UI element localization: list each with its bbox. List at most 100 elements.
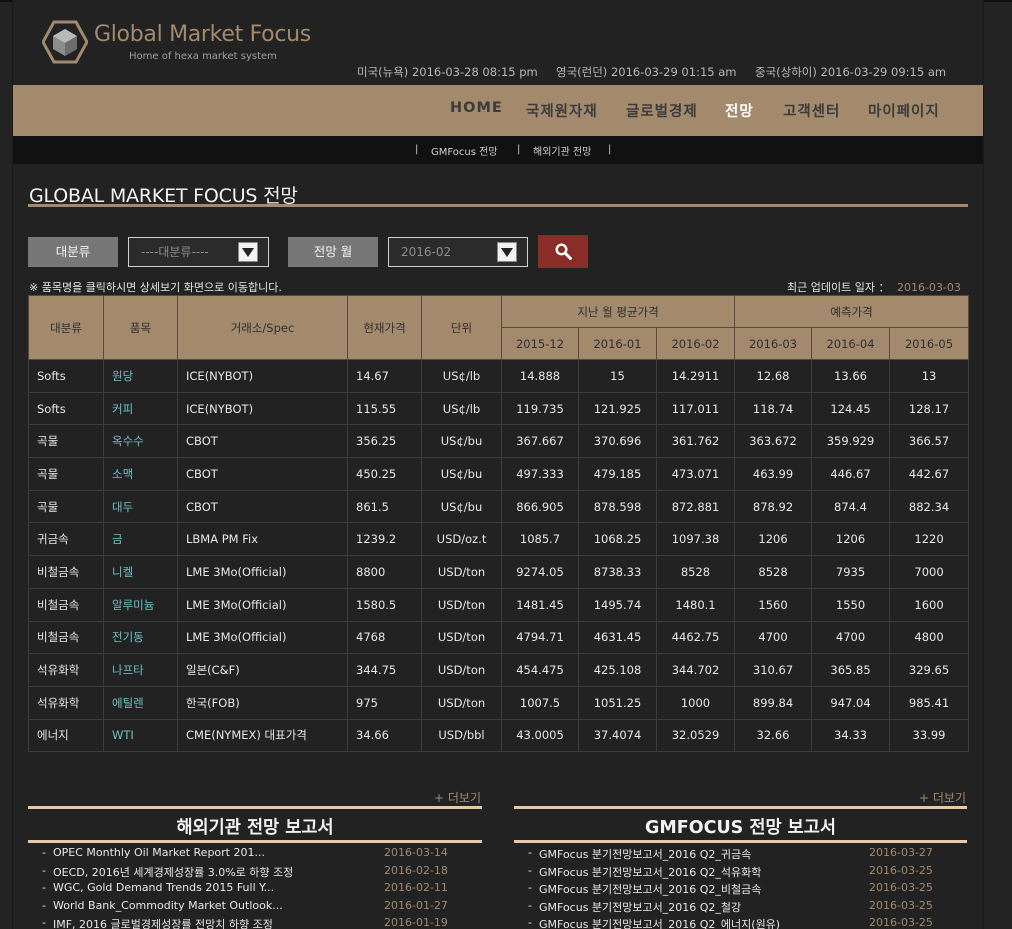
cell-exchange: 일본(C&F) [177,653,348,687]
search-button[interactable] [538,235,588,268]
report-list-item[interactable]: - OECD, 2016년 세계경제성장률 3.0%로 하향 조정 2016-02-… [28,864,482,882]
report-list-item[interactable]: - IMF, 2016 글로벌경제성장률 전망치 하향 조정 2016-01-19 [28,916,482,929]
cell-item[interactable]: 알루미늄 [103,587,178,622]
nav-global-economy[interactable]: 글로벌경제 [626,100,698,121]
month-filter-label: 전망 월 [288,237,378,267]
report-list-item[interactable]: - GMFocus 분기전망보고서_2016 Q2_비철금속 2016-03-25 [514,881,967,899]
report-title[interactable]: IMF, 2016 글로벌경제성장률 전망치 하향 조정 [53,916,273,929]
header-month: 2016-01 [578,327,657,360]
header-month: 2016-05 [889,327,970,360]
report-title[interactable]: GMFocus 분기전망보고서_2016 Q2_철강 [539,899,741,915]
chevron-down-icon[interactable] [238,242,258,262]
cell-exchange: CBOT [177,489,348,524]
cell-forecast-price: 310.67 [734,653,813,687]
report-list-item[interactable]: - WGC, Gold Demand Trends 2015 Full Y... 2… [28,881,482,899]
cell-item[interactable]: 전기동 [103,620,178,655]
category-select[interactable]: ----대분류---- [128,237,269,267]
clock-newyork: 미국(뉴욕) 2016-03-28 08:15 pm [357,65,538,79]
cell-current-price: 356.25 [347,424,422,459]
cell-forecast-price: 128.17 [889,391,970,426]
cell-past-price: 1495.74 [578,587,657,622]
foreign-reports-more-link[interactable]: + 더보기 [434,789,481,806]
cell-item[interactable]: 나프타 [103,653,178,687]
report-title[interactable]: GMFocus 분기전망보고서_2016 Q2_석유화학 [539,864,761,880]
table-row: 석유화학 에틸렌 한국(FOB) 975 USD/ton 1007.5 1051.25 100… [28,685,970,720]
nav-commodities[interactable]: 국제원자재 [526,100,598,121]
cell-forecast-price: 899.84 [734,685,813,720]
report-date: 2016-02-11 [384,881,448,894]
subnav-gmfocus-forecast[interactable]: GMFocus 전망 [431,143,498,158]
cell-past-price: 14.2911 [655,359,736,393]
cell-exchange: CME(NYMEX) 대표가격 [177,718,348,753]
cell-unit: USD/ton [421,620,502,655]
divider [514,806,967,809]
cell-forecast-price: 118.74 [734,391,813,426]
cell-past-price: 32.0529 [655,718,736,753]
cell-item[interactable]: 원당 [103,359,178,393]
month-select-value: 2016-02 [401,245,452,259]
subnav-separator: | [608,144,612,155]
cell-category: Softs [28,391,104,426]
table-row: 에너지 WTI CME(NYMEX) 대표가격 34.66 USD/bbl 43.0005… [28,718,970,753]
cell-item[interactable]: 대두 [103,489,178,524]
report-title[interactable]: GMFocus 분기전망보고서_2016 Q2_귀금속 [539,846,751,862]
update-label: 최근 업데이트 일자 ： [787,281,890,294]
cell-forecast-price: 4700 [811,620,891,655]
cell-past-price: 43.0005 [501,718,579,753]
report-list-item[interactable]: - World Bank_Commodity Market Outlook... 2… [28,899,482,917]
table-row: Softs 커피 ICE(NYBOT) 115.55 US¢/lb 119.735 121.… [28,391,970,426]
report-title[interactable]: WGC, Gold Demand Trends 2015 Full Y... [53,881,274,894]
cell-category: 곡물 [28,424,104,459]
report-title[interactable]: OPEC Monthly Oil Market Report 201... [53,846,265,859]
subnav-foreign-forecast[interactable]: 해외기관 전망 [533,143,591,158]
logo[interactable]: Global Market Focus Home of hexa market … [42,18,311,66]
cell-item[interactable]: 니켈 [103,555,178,589]
cell-forecast-price: 13.66 [811,359,891,393]
month-select[interactable]: 2016-02 [388,237,528,267]
report-date: 2016-03-25 [869,898,933,912]
nav-mypage[interactable]: 마이페이지 [868,100,940,121]
gmfocus-reports-list: - GMFocus 분기전망보고서_2016 Q2_귀금속 2016-03-27 - G… [514,846,967,929]
cell-past-price: 4631.45 [578,620,657,655]
bullet-icon: - [42,898,46,912]
nav-forecast[interactable]: 전망 [725,100,754,121]
cell-forecast-price: 329.65 [889,653,970,687]
cell-past-price: 473.071 [655,457,736,491]
cell-item[interactable]: 에틸렌 [103,685,178,720]
cell-forecast-price: 947.04 [811,685,891,720]
report-title[interactable]: World Bank_Commodity Market Outlook... [53,899,283,912]
cell-category: 석유화학 [28,685,104,720]
chevron-down-icon[interactable] [497,242,517,262]
sub-nav: | GMFocus 전망 | 해외기관 전망 | [13,136,983,164]
report-list-item[interactable]: - GMFocus 분기전망보고서_2016 Q2_석유화학 2016-03-25 [514,864,967,882]
report-list-item[interactable]: - GMFocus 분기전망보고서_2016 Q2_철강 2016-03-25 [514,899,967,917]
cell-category: 에너지 [28,718,104,753]
report-list-item[interactable]: - OPEC Monthly Oil Market Report 201... 20… [28,846,482,864]
report-title[interactable]: GMFocus 분기전망보고서_2016 Q2_에너지(원유) [539,916,780,929]
cell-item[interactable]: 커피 [103,391,178,426]
cell-exchange: ICE(NYBOT) [177,391,348,426]
cell-forecast-price: 1600 [889,587,970,622]
report-date: 2016-03-25 [869,863,933,877]
gmfocus-reports-more-link[interactable]: + 더보기 [919,789,966,806]
report-list-item[interactable]: - GMFocus 분기전망보고서_2016 Q2_귀금속 2016-03-27 [514,846,967,864]
header-item: 품목 [103,295,178,360]
cell-past-price: 117.011 [655,391,736,426]
cell-item[interactable]: WTI [103,718,178,753]
cell-item[interactable]: 옥수수 [103,424,178,459]
nav-customer-center[interactable]: 고객센터 [783,100,840,121]
report-date: 2016-01-19 [384,916,448,929]
cell-category: 곡물 [28,457,104,491]
cell-item[interactable]: 금 [103,522,178,557]
header-category: 대분류 [28,295,104,360]
cell-past-price: 866.905 [501,489,579,524]
nav-home[interactable]: HOME [450,100,503,116]
cell-forecast-price: 1206 [811,522,891,557]
report-list-item[interactable]: - GMFocus 분기전망보고서_2016 Q2_에너지(원유) 2016-03-… [514,916,967,929]
cell-forecast-price: 13 [889,359,970,393]
cell-item[interactable]: 소맥 [103,457,178,491]
report-title[interactable]: OECD, 2016년 세계경제성장률 3.0%로 하향 조정 [53,864,293,880]
page: Global Market Focus Home of hexa market … [0,0,1012,929]
table-body: Softs 원당 ICE(NYBOT) 14.67 US¢/lb 14.888 15 14.2… [28,359,970,753]
report-title[interactable]: GMFocus 분기전망보고서_2016 Q2_비철금속 [539,881,761,897]
